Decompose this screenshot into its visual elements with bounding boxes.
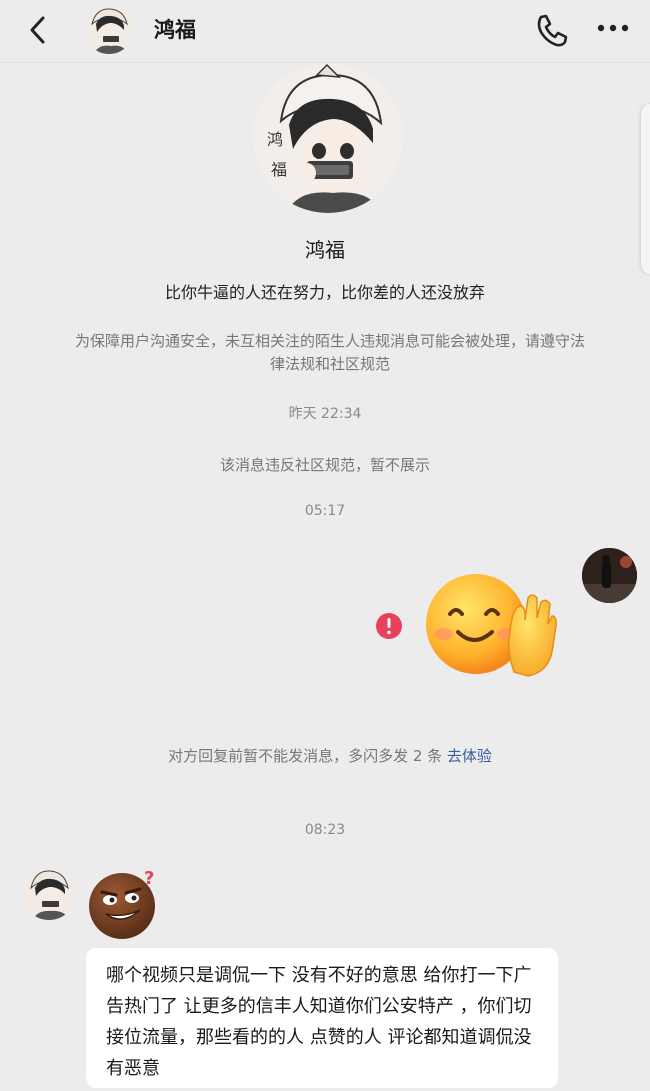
send-limit-text: 对方回复前暂不能发消息，多闪多发 2 条 — [168, 747, 447, 765]
timestamp: 08:23 — [304, 822, 346, 838]
avatar-calligraphy-1: 鸿 — [267, 130, 283, 149]
anime-boy-avatar-icon — [22, 866, 76, 920]
timestamp: 05:17 — [304, 503, 346, 519]
send-failed-icon[interactable] — [375, 612, 403, 640]
anime-boy-avatar-icon: 鸿 福 — [253, 63, 403, 213]
anime-boy-avatar-icon — [84, 4, 134, 54]
profile-bio: 比你牛逼的人还在努力，比你差的人还没放弃 — [164, 283, 485, 302]
my-avatar[interactable] — [582, 548, 637, 603]
timestamp: 昨天 22:34 — [288, 406, 362, 422]
call-button[interactable] — [532, 12, 570, 48]
try-it-link[interactable]: 去体验 — [447, 747, 492, 765]
more-dots-icon — [597, 24, 629, 32]
profile-avatar[interactable]: 鸿 福 — [253, 63, 403, 213]
chevron-left-icon — [30, 16, 45, 44]
send-limit-notice: 对方回复前暂不能发消息，多闪多发 2 条 去体验 — [140, 744, 520, 768]
contact-message-avatar[interactable] — [22, 866, 76, 920]
contact-avatar[interactable] — [84, 4, 134, 54]
avatar-calligraphy-2: 福 — [271, 160, 287, 179]
night-photo-avatar-icon — [582, 548, 637, 603]
phone-icon — [537, 14, 568, 47]
back-button[interactable] — [24, 12, 54, 48]
smirk-emoji-sticker[interactable]: ? — [86, 864, 166, 940]
chat-title: 鸿福 — [154, 18, 196, 42]
safety-notice: 为保障用户沟通安全，未互相关注的陌生人违规消息可能会被处理，请遵守法律法规和社区… — [74, 332, 585, 373]
received-message-bubble[interactable]: 哪个视频只是调侃一下 没有不好的意思 给你打一下广告热门了 让更多的信丰人知道你… — [86, 948, 558, 1088]
hidden-message-notice: 该消息违反社区规范，暂不展示 — [219, 456, 430, 474]
profile-name: 鸿福 — [305, 238, 345, 262]
waving-smile-emoji-sticker[interactable] — [424, 568, 558, 680]
more-button[interactable] — [594, 16, 634, 40]
chat-header: 鸿福 — [0, 0, 650, 63]
svg-text:?: ? — [144, 868, 154, 889]
